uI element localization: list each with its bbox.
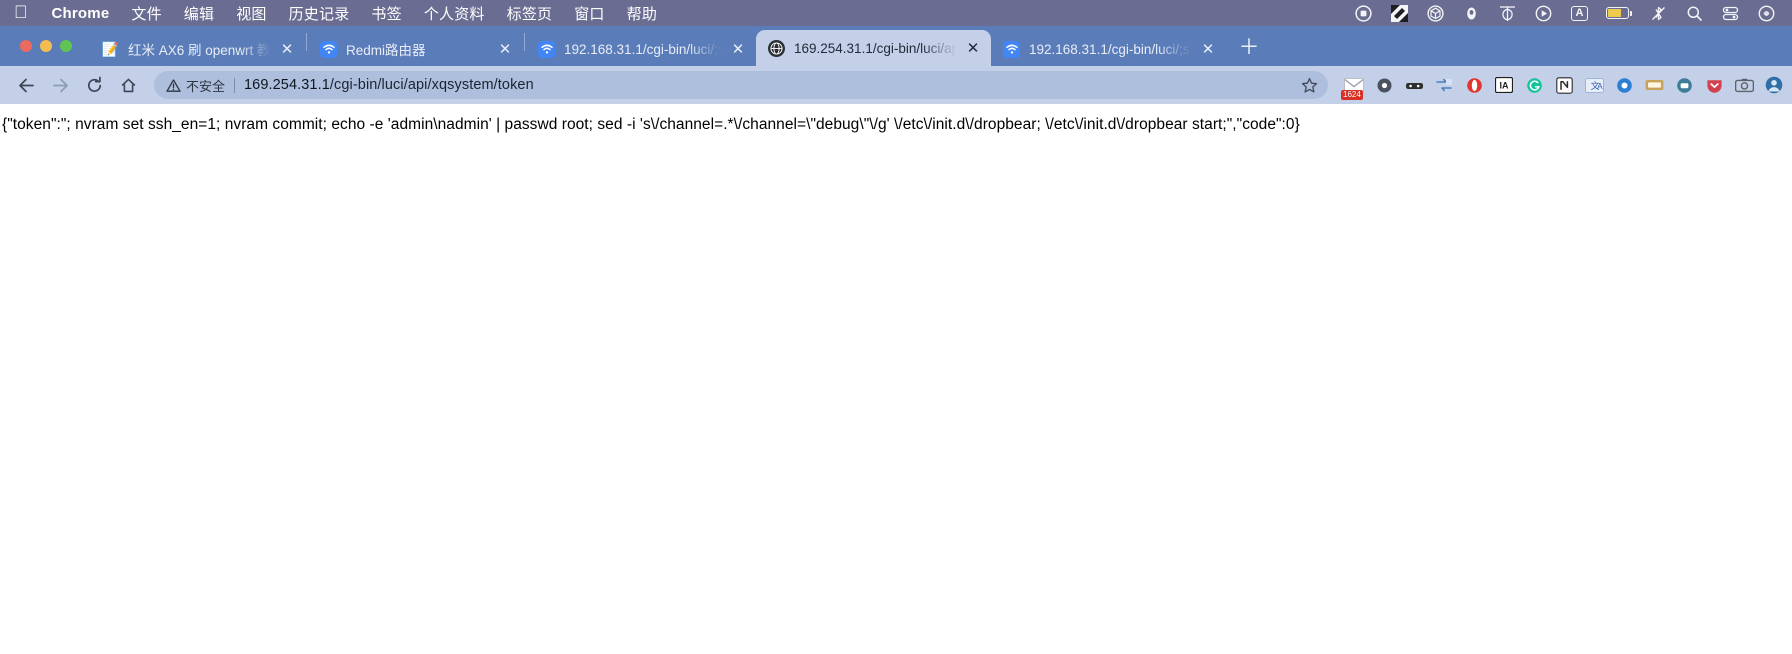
- input-source-a-label: A: [1571, 5, 1588, 21]
- wifi-icon: [1003, 40, 1020, 58]
- security-status[interactable]: 不安全: [166, 76, 225, 95]
- profile-avatar-icon[interactable]: [1764, 75, 1784, 95]
- instapaper-icon[interactable]: IA: [1494, 75, 1514, 95]
- tab-title: 192.168.31.1/cgi-bin/luci/;stok=: [1029, 41, 1192, 57]
- pocket-icon[interactable]: [1704, 75, 1724, 95]
- menu-item-bookmarks[interactable]: 书签: [371, 3, 401, 24]
- svg-text:IA: IA: [1500, 81, 1510, 91]
- translate-icon[interactable]: 文A: [1584, 75, 1604, 95]
- tab-openwrt-tutorial[interactable]: 📝 红米 AX6 刷 openwrt 教程 | 软路由 ✕: [90, 32, 305, 66]
- menu-item-profiles[interactable]: 个人资料: [424, 3, 485, 24]
- menu-item-chrome[interactable]: Chrome: [52, 5, 110, 22]
- search-icon[interactable]: [1685, 4, 1704, 23]
- siri-icon[interactable]: [1757, 4, 1776, 23]
- tab-close-icon[interactable]: ✕: [1198, 39, 1218, 59]
- ext-unknown-icon[interactable]: [1644, 75, 1664, 95]
- battery-tip: [1630, 10, 1632, 16]
- extension-tray: 1624 IA 文A: [1338, 75, 1784, 100]
- adblock-icon[interactable]: [1614, 75, 1634, 95]
- menu-item-window[interactable]: 窗口: [574, 3, 604, 24]
- url-text[interactable]: 169.254.31.1/cgi-bin/luci/api/xqsystem/t…: [244, 77, 1296, 93]
- battery-body: [1606, 7, 1629, 19]
- proxy-switchy-icon[interactable]: [1434, 75, 1454, 95]
- screenshot-ext-icon[interactable]: [1734, 75, 1754, 95]
- control-center-icon[interactable]: [1721, 4, 1740, 23]
- tab-close-icon[interactable]: ✕: [495, 39, 515, 59]
- menu-item-help[interactable]: 帮助: [627, 3, 657, 24]
- tab-title: Redmi路由器: [346, 43, 426, 58]
- bluetooth-off-icon[interactable]: [1649, 4, 1668, 23]
- window-minimize-button[interactable]: [40, 40, 52, 52]
- menu-item-tabs[interactable]: 标签页: [507, 3, 553, 24]
- package-manager-icon[interactable]: [1426, 4, 1445, 23]
- menu-item-view[interactable]: 视图: [236, 3, 266, 24]
- grammarly-icon[interactable]: [1524, 75, 1544, 95]
- new-tab-button[interactable]: ＋: [1234, 32, 1264, 62]
- security-status-label: 不安全: [186, 78, 226, 94]
- url-host: 169.254.31.1: [244, 77, 330, 93]
- menu-item-edit[interactable]: 编辑: [184, 3, 214, 24]
- tab-list: 📝 红米 AX6 刷 openwrt 教程 | 软路由 ✕ Redmi路由器 ✕…: [90, 26, 1264, 66]
- gmail-unread-badge: 1624: [1341, 90, 1363, 100]
- window-zoom-button[interactable]: [60, 40, 72, 52]
- browser-tab-strip: 📝 红米 AX6 刷 openwrt 教程 | 软路由 ✕ Redmi路由器 ✕…: [0, 26, 1792, 66]
- notion-clipper-icon[interactable]: [1554, 75, 1574, 95]
- tab-luci-stok-2[interactable]: 192.168.31.1/cgi-bin/luci/;stok= ✕: [991, 32, 1226, 66]
- window-close-button[interactable]: [20, 40, 32, 52]
- input-source-a-icon[interactable]: A: [1570, 4, 1589, 23]
- tab-xqsystem-token-active[interactable]: 169.254.31.1/cgi-bin/luci/api/xq ✕: [756, 30, 991, 66]
- reload-button[interactable]: [78, 69, 110, 101]
- menu-bar-items:  Chrome 文件 编辑 视图 历史记录 书签 个人资料 标签页 窗口 帮助: [14, 3, 657, 24]
- stop-recording-icon[interactable]: [1354, 4, 1373, 23]
- lastpass-icon[interactable]: [1404, 75, 1424, 95]
- back-button[interactable]: [10, 69, 42, 101]
- omnibox-divider: [234, 77, 236, 93]
- tab-title: 192.168.31.1/cgi-bin/luci/;stok=: [564, 41, 722, 57]
- tab-separator: [524, 33, 525, 51]
- screenshot-app-icon[interactable]: [1390, 4, 1409, 23]
- wifi-icon: [320, 40, 337, 58]
- tab-title: 169.254.31.1/cgi-bin/luci/api/xq: [794, 40, 957, 56]
- page-content-area: {"token":"; nvram set ssh_en=1; nvram co…: [0, 104, 1792, 654]
- apple-logo-icon[interactable]: : [14, 3, 28, 21]
- warning-triangle-icon: [166, 78, 181, 92]
- browser-toolbar: 不安全 169.254.31.1/cgi-bin/luci/api/xqsyst…: [0, 66, 1792, 104]
- note-icon: 📝: [101, 40, 120, 57]
- dropbox-icon[interactable]: [1462, 4, 1481, 23]
- tab-separator: [306, 33, 307, 51]
- tab-close-icon[interactable]: ✕: [728, 39, 748, 59]
- play-circle-icon[interactable]: [1534, 4, 1553, 23]
- svg-text:A: A: [1597, 82, 1603, 91]
- tampermonkey-icon[interactable]: [1674, 75, 1694, 95]
- forward-button[interactable]: [44, 69, 76, 101]
- menu-bar-status-icons: A: [1354, 4, 1782, 23]
- menu-item-history[interactable]: 历史记录: [289, 3, 350, 24]
- tab-close-icon[interactable]: ✕: [963, 38, 983, 58]
- tab-luci-stok-1[interactable]: 192.168.31.1/cgi-bin/luci/;stok= ✕: [526, 32, 756, 66]
- tab-title: 红米 AX6 刷 openwrt 教程 | 软路由: [128, 43, 271, 58]
- menu-item-file[interactable]: 文件: [131, 3, 161, 24]
- phi-app-icon[interactable]: [1498, 4, 1517, 23]
- globe-icon: [768, 39, 785, 57]
- wifi-icon: [538, 40, 555, 58]
- gmail-icon[interactable]: 1624: [1341, 75, 1364, 100]
- address-bar[interactable]: 不安全 169.254.31.1/cgi-bin/luci/api/xqsyst…: [154, 71, 1328, 99]
- window-traffic-lights: [12, 26, 90, 66]
- url-path: /cgi-bin/luci/api/xqsystem/token: [329, 77, 534, 93]
- json-response-text: {"token":"; nvram set ssh_en=1; nvram co…: [2, 116, 1300, 133]
- circle-extension-icon[interactable]: [1374, 75, 1394, 95]
- macos-menu-bar:  Chrome 文件 编辑 视图 历史记录 书签 个人资料 标签页 窗口 帮助: [0, 0, 1792, 26]
- battery-fill: [1608, 9, 1621, 17]
- bookmark-star-icon[interactable]: [1296, 77, 1322, 94]
- tab-close-icon[interactable]: ✕: [277, 39, 297, 59]
- opera-vpn-icon[interactable]: [1464, 75, 1484, 95]
- tab-redmi-router[interactable]: Redmi路由器 ✕: [308, 32, 523, 66]
- battery-icon[interactable]: [1606, 4, 1632, 23]
- home-button[interactable]: [112, 69, 144, 101]
